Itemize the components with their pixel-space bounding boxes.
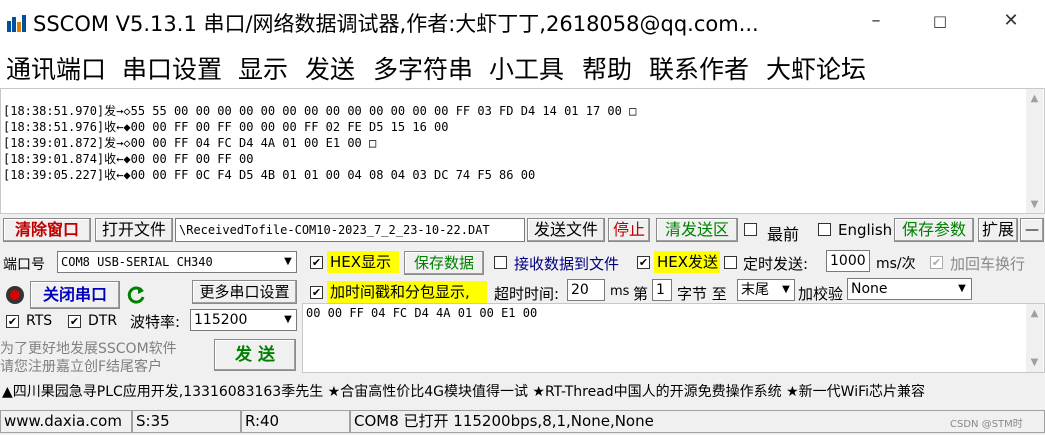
scroll-up-icon[interactable]: ▲ — [1026, 305, 1043, 322]
dtr-checkbox[interactable]: ✔ — [68, 315, 81, 328]
interval-input[interactable]: 1000 — [826, 250, 870, 272]
refresh-icon[interactable] — [124, 283, 150, 307]
topmost-label: 最前 — [767, 225, 800, 244]
close-port-button[interactable]: 关闭串口 — [30, 281, 120, 309]
checksum-label: 加校验 — [798, 285, 844, 303]
chevron-down-icon[interactable]: ▼ — [280, 311, 296, 329]
menu-multi-string[interactable]: 多字符串 — [373, 50, 473, 86]
timed-send-checkbox[interactable] — [724, 256, 737, 269]
hex-send-label: HEX发送 — [654, 251, 720, 273]
log-line: [18:39:01.872]发→◇00 00 FF 04 FC D4 4A 01… — [3, 136, 377, 150]
status-received-count: R:40 — [241, 410, 350, 433]
hex-display-checkbox[interactable]: ✔ — [310, 256, 323, 269]
nth-label: 第 — [633, 285, 649, 303]
clear-window-button[interactable]: 清除窗口 — [3, 218, 91, 242]
chevron-down-icon[interactable]: ▼ — [778, 281, 794, 299]
file-path-field[interactable]: \ReceivedTofile-COM10-2023_7_2_23-10-22.… — [175, 218, 525, 242]
log-line: [18:38:51.976]收←◆00 00 FF 00 FF 00 00 00… — [3, 120, 449, 134]
status-sent-count: S:35 — [132, 410, 241, 433]
english-checkbox[interactable] — [818, 223, 831, 236]
menu-serial-settings[interactable]: 串口设置 — [122, 50, 222, 86]
send-file-button[interactable]: 发送文件 — [527, 218, 605, 242]
recv-to-file-label: 接收数据到文件 — [514, 255, 620, 273]
timeout-input[interactable]: 20 — [567, 279, 605, 301]
scroll-down-icon[interactable]: ▼ — [1026, 354, 1043, 371]
send-button[interactable]: 发 送 — [214, 339, 296, 371]
timeout-unit: ms — [610, 284, 630, 299]
promo-text-1: 为了更好地发展SSCOM软件 — [0, 341, 177, 357]
timeout-label: 超时时间: — [494, 285, 560, 303]
save-data-button[interactable]: 保存数据 — [404, 251, 484, 275]
log-line: [18:39:01.874]收←◆00 00 FF 00 FF 00 — [3, 152, 254, 166]
menu-comm-port[interactable]: 通讯端口 — [6, 50, 106, 86]
english-label: English — [838, 221, 893, 239]
maximize-button[interactable]: □ — [909, 0, 971, 40]
scroll-up-icon[interactable]: ▲ — [1026, 90, 1043, 107]
menu-display[interactable]: 显示 — [238, 50, 288, 86]
dtr-label: DTR — [88, 313, 118, 329]
menu-contact-author[interactable]: 联系作者 — [649, 50, 749, 86]
close-window-button[interactable]: ✕ — [980, 0, 1042, 40]
port-select[interactable]: COM8 USB-SERIAL CH340 — [57, 251, 297, 273]
hex-send-checkbox[interactable]: ✔ — [637, 256, 650, 269]
rts-label: RTS — [26, 313, 53, 329]
expand-button[interactable]: 扩展 — [978, 218, 1018, 242]
topmost-checkbox[interactable] — [744, 223, 757, 236]
port-status-icon — [6, 286, 24, 304]
scroll-down-icon[interactable]: ▼ — [1026, 196, 1043, 213]
ticker-text[interactable]: ▲四川果园急寻PLC应用开发,13316083163季先生 ★合宙高性价比4G模… — [2, 381, 925, 401]
status-site[interactable]: www.daxia.com — [0, 410, 132, 433]
ticker-bar: ▲四川果园急寻PLC应用开发,13316083163季先生 ★合宙高性价比4G模… — [0, 379, 1045, 403]
menu-send[interactable]: 发送 — [305, 50, 355, 86]
menu-help[interactable]: 帮助 — [582, 50, 632, 86]
timed-send-label: 定时发送: — [743, 255, 809, 273]
open-file-button[interactable]: 打开文件 — [95, 218, 173, 242]
add-crlf-label: 加回车换行 — [950, 255, 1026, 273]
send-content-text: 00 00 FF 04 FC D4 4A 01 00 E1 00 — [306, 306, 538, 320]
minimize-button[interactable]: – — [845, 0, 907, 40]
byte-index-input[interactable]: 1 — [652, 279, 672, 301]
recv-to-file-checkbox[interactable] — [494, 256, 507, 269]
hex-display-label: HEX显示 — [327, 251, 399, 273]
watermark: CSDN @STM时 — [950, 419, 1023, 430]
log-line: [18:38:51.970]发→◇55 55 00 00 00 00 00 00… — [3, 104, 637, 118]
port-label: 端口号 — [3, 257, 45, 273]
chevron-down-icon[interactable]: ▼ — [280, 253, 296, 271]
window-title: SSCOM V5.13.1 串口/网络数据调试器,作者:大虾丁丁,2618058… — [33, 12, 759, 36]
timestamp-checkbox[interactable]: ✔ — [310, 286, 323, 299]
log-line: [18:39:05.227]收←◆00 00 FF 0C F4 D5 4B 01… — [3, 168, 536, 182]
status-port-state: COM8 已打开 115200bps,8,1,None,None — [350, 410, 1045, 433]
interval-unit: ms/次 — [876, 256, 916, 272]
baud-label: 波特率: — [130, 313, 181, 331]
menu-forum[interactable]: 大虾论坛 — [766, 50, 866, 86]
menu-tools[interactable]: 小工具 — [489, 50, 564, 86]
stop-button[interactable]: 停止 — [608, 218, 650, 242]
chevron-down-icon[interactable]: ▼ — [954, 280, 970, 298]
clear-send-area-button[interactable]: 清发送区 — [656, 218, 738, 242]
byte-to-label: 字节 至 — [677, 285, 727, 303]
log-scrollbar[interactable] — [1026, 89, 1043, 213]
more-serial-settings-button[interactable]: 更多串口设置 — [192, 280, 297, 304]
collapse-button[interactable]: — — [1020, 218, 1044, 242]
timestamp-label: 加时间戳和分包显示, — [327, 281, 487, 303]
add-crlf-checkbox[interactable]: ✔ — [930, 256, 943, 269]
rts-checkbox[interactable]: ✔ — [6, 315, 19, 328]
app-logo-icon — [6, 13, 28, 33]
save-params-button[interactable]: 保存参数 — [894, 218, 974, 242]
promo-text-2: 请您注册嘉立创F结尾客户 — [0, 359, 163, 375]
